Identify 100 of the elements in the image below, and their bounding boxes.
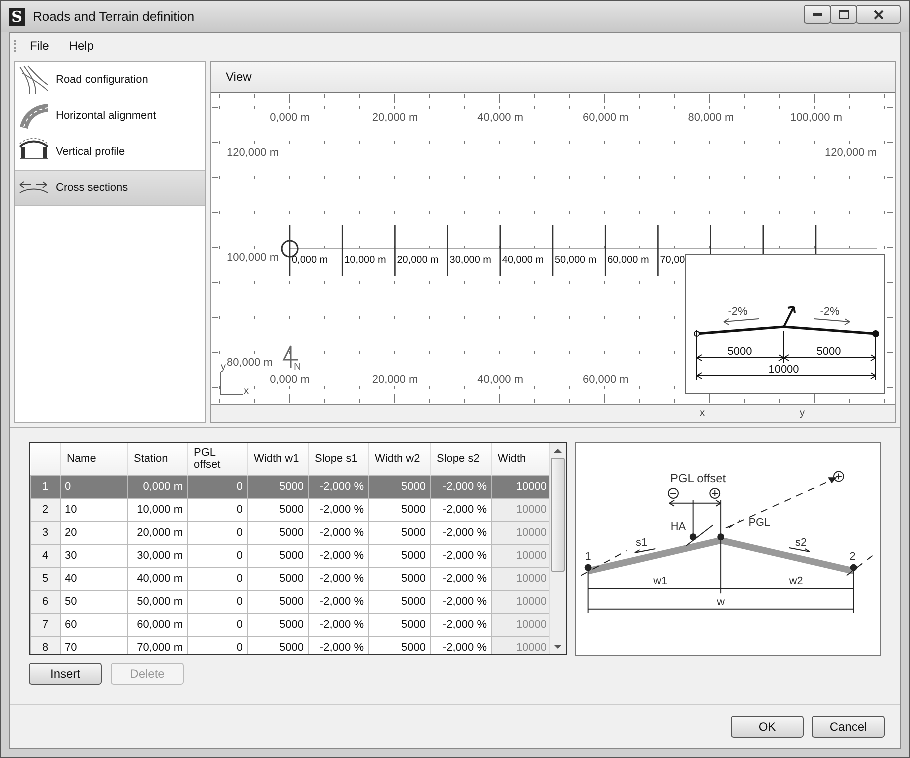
table-cell: 30,000 m [128,544,188,568]
table-cell: 10000 [492,498,550,522]
scrollbar[interactable] [549,443,566,654]
coordinate-axes-icon [220,372,244,396]
table-cell: -2,000 % [430,498,492,522]
table-cell: 5000 [248,498,308,522]
row-number[interactable]: 4 [30,544,60,568]
table-cell: -2,000 % [430,614,492,636]
table-cell: -2,000 % [430,476,492,498]
table-cell: 10000 [492,544,550,568]
table-cell: 5000 [368,636,430,654]
diagram-label: 2 [850,550,856,563]
ruler-label: y [800,408,805,419]
table-cell: 5000 [248,544,308,568]
table-cell: 0 [188,498,248,522]
panel-title: View [226,70,252,84]
table-cell: -2,000 % [308,568,368,590]
table-cell: 30 [60,544,128,568]
station-label: 10,000 m [344,255,386,266]
table-cell: 5000 [248,614,308,636]
sidebar-item[interactable]: Cross sections [15,170,205,206]
table-cell: 0 [188,568,248,590]
dialog-button[interactable]: Cancel [812,716,885,738]
station-label: 30,000 m [450,255,492,266]
column-header[interactable]: PGL offset [188,443,248,476]
menu-grip-icon [14,40,18,52]
row-number[interactable]: 1 [30,476,60,498]
scroll-up-icon[interactable] [554,448,562,454]
table-cell: 5000 [368,522,430,544]
table-cell: 0,000 m [128,476,188,498]
ruler-label: x [700,408,705,419]
column-header[interactable]: Width [492,443,550,476]
close-icon [874,10,884,20]
row-number[interactable]: 7 [30,614,60,636]
table-cell: 0 [188,614,248,636]
table-cell: 5000 [248,590,308,614]
minimize-icon [813,13,822,16]
table-cell: -2,000 % [308,522,368,544]
axis-label: 40,000 m [478,112,524,124]
table-cell: -2,000 % [308,544,368,568]
plus-sign-icon [834,471,844,482]
table-cell: 0 [188,522,248,544]
row-number[interactable]: 5 [30,568,60,590]
table-cell: 10000 [492,590,550,614]
dialog-button[interactable]: OK [731,716,804,738]
menu-item[interactable]: File [22,37,58,55]
table-cell: 60,000 m [128,614,188,636]
column-header[interactable]: Width w2 [368,443,430,476]
diagram-label: s2 [796,537,808,550]
dimension-label: 5000 [728,346,752,358]
diagram-label: w1 [654,576,668,588]
minimize-button[interactable] [804,5,831,24]
table-cell: 5000 [368,544,430,568]
north-arrow-icon [282,345,299,369]
start-marker-icon [281,240,299,258]
column-header[interactable]: Station [128,443,188,476]
scroll-down-icon[interactable] [554,644,562,650]
table-cell: 50,000 m [128,590,188,614]
dimension-label: 5000 [816,346,842,358]
curved-road-icon [18,101,50,131]
axis-label: 60,000 m [582,374,629,386]
column-header[interactable]: Slope s1 [308,443,368,476]
row-number[interactable]: 6 [30,590,60,614]
axis-label: 0,000 m [270,112,310,124]
table-cell: -2,000 % [430,568,492,590]
close-button[interactable] [856,5,901,24]
table-cell: 20,000 m [128,522,188,544]
axis-label: 80,000 m [688,112,734,124]
table-cell: 0 [188,590,248,614]
slope-label: -2% [820,306,840,318]
table-cell: 10000 [492,568,550,590]
column-header[interactable]: Slope s2 [430,443,492,476]
window-title: Roads and Terrain definition [33,9,196,24]
table-cell: 50 [60,590,128,614]
maximize-button[interactable] [830,5,857,24]
table-cell: 20 [60,522,128,544]
table-cell: -2,000 % [308,636,368,654]
table-action-button[interactable]: Insert [29,663,102,685]
table-cell: -2,000 % [430,590,492,614]
diagram-label: HA [670,521,686,534]
station-label: 60,000 m [608,255,650,266]
table-cell: 10000 [492,476,550,498]
axis-label: 20,000 m [372,374,418,386]
axis-label: 120,000 m [825,147,877,159]
station-label: 70,00 [660,255,686,266]
column-header[interactable]: Name [60,443,128,476]
menu-item[interactable]: Help [61,37,102,55]
table-cell: -2,000 % [308,476,368,498]
road-junction-icon [18,65,50,95]
axis-label: 60,000 m [582,112,629,124]
row-number[interactable]: 2 [30,498,60,522]
table-cell: 0 [188,636,248,654]
column-header[interactable]: Width w1 [248,443,308,476]
corner-header [30,443,60,476]
axis-label: 40,000 m [478,374,524,386]
row-number[interactable]: 8 [30,636,60,654]
table-cell: 10000 [492,522,550,544]
axis-name: y [221,362,226,373]
row-number[interactable]: 3 [30,522,60,544]
table-cell: 5000 [368,590,430,614]
